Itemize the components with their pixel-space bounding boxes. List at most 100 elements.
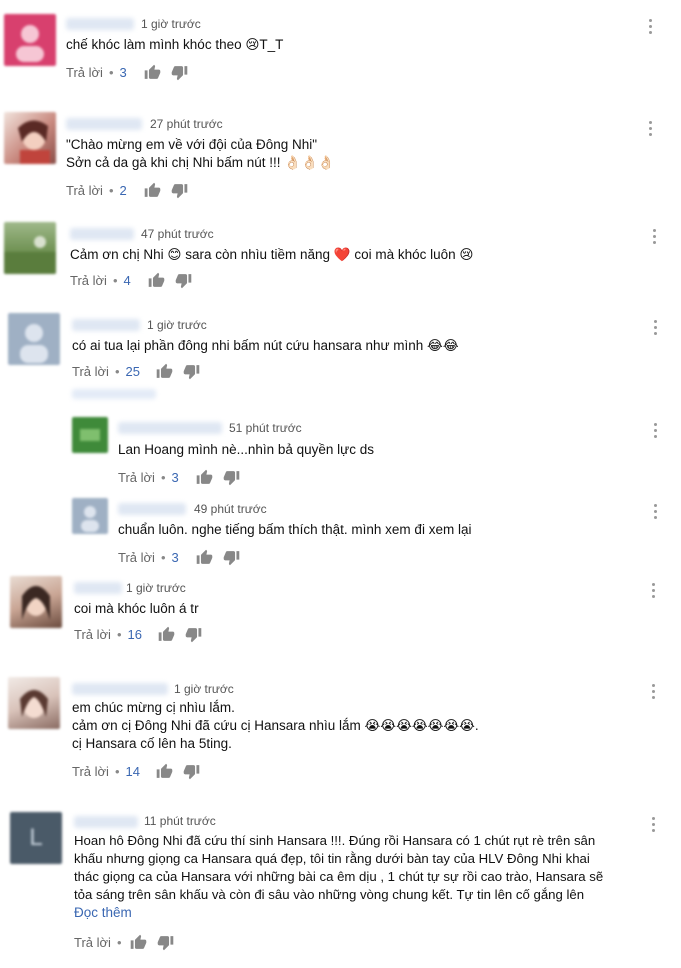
thumb-down-icon[interactable]: [175, 272, 192, 289]
thumb-down-icon[interactable]: [185, 626, 202, 643]
reply-button[interactable]: Trả lời: [118, 470, 155, 485]
comment-line: cảm ơn cị Đông Nhi đã cứu cị Hansara nhì…: [72, 718, 479, 733]
more-options-icon[interactable]: [652, 583, 656, 601]
comment-time: 1 giờ trước: [126, 581, 186, 595]
author-name[interactable]: [72, 683, 168, 695]
comment-text: Lan Hoang mình nè...nhìn bả quyền lực ds: [118, 441, 374, 459]
comment-time: 1 giờ trước: [174, 682, 234, 696]
comment-actions: Trả lời • 3: [118, 469, 250, 486]
thumb-up-icon[interactable]: [130, 934, 147, 951]
like-count: 14: [125, 764, 140, 779]
author-name[interactable]: [70, 228, 134, 240]
thumb-up-icon[interactable]: [144, 64, 161, 81]
comment-line: chế khóc làm mình khóc theo 😢T_T: [66, 37, 284, 52]
avatar[interactable]: [10, 576, 62, 628]
author-name[interactable]: [74, 816, 138, 828]
thumb-down-icon[interactable]: [223, 549, 240, 566]
reply-button[interactable]: Trả lời: [74, 627, 111, 642]
comment-line: "Chào mừng em về với đội của Đông Nhi": [66, 137, 318, 152]
comment-text: chế khóc làm mình khóc theo 😢T_T: [66, 36, 283, 54]
comment-line: khấu nhưng giọng ca Hansara quá đẹp, tôi…: [74, 851, 590, 866]
comment-time: 11 phút trước: [144, 814, 216, 828]
comment-line: Lan Hoang mình nè...nhìn bả quyền lực ds: [118, 442, 374, 457]
author-name[interactable]: [74, 582, 122, 594]
avatar[interactable]: [4, 112, 56, 164]
comment-time: 1 giờ trước: [147, 318, 207, 332]
separator-dot: •: [160, 470, 166, 485]
thumb-down-icon[interactable]: [157, 934, 174, 951]
comment-item: 27 phút trước "Chào mừng em về với đội c…: [0, 108, 681, 208]
thumb-down-icon[interactable]: [183, 763, 200, 780]
author-name[interactable]: [118, 422, 222, 434]
read-more-link[interactable]: Đọc thêm: [74, 905, 132, 920]
separator-dot: •: [108, 183, 114, 198]
like-count: 4: [123, 273, 131, 288]
more-options-icon[interactable]: [649, 121, 653, 139]
replies-toggle[interactable]: [72, 389, 156, 399]
comment-time: 51 phút trước: [229, 421, 302, 435]
comment-actions: Trả lời •: [74, 934, 184, 951]
comment-text: chuẩn luôn. nghe tiếng bấm thích thật. m…: [118, 521, 471, 539]
reply-button[interactable]: Trả lời: [70, 273, 107, 288]
avatar[interactable]: L: [10, 812, 62, 864]
like-count: 25: [125, 364, 140, 379]
thumb-up-icon[interactable]: [158, 626, 175, 643]
like-count: 3: [119, 65, 127, 80]
like-count: 3: [171, 550, 179, 565]
more-options-icon[interactable]: [654, 504, 658, 522]
thumb-down-icon[interactable]: [171, 182, 188, 199]
avatar[interactable]: [4, 222, 56, 274]
comment-actions: Trả lời • 2: [66, 182, 198, 199]
separator-dot: •: [116, 935, 122, 950]
comment-item: 1 giờ trước em chúc mừng cị nhìu lắm. cả…: [0, 675, 681, 795]
more-options-icon[interactable]: [652, 684, 656, 702]
author-name[interactable]: [118, 503, 186, 515]
comment-time: 1 giờ trước: [141, 17, 201, 31]
comment-text: "Chào mừng em về với đội của Đông Nhi" S…: [66, 136, 335, 172]
reply-item: 51 phút trước Lan Hoang mình nè...nhìn b…: [0, 413, 681, 493]
avatar[interactable]: [4, 14, 56, 66]
thumb-up-icon[interactable]: [196, 549, 213, 566]
author-name[interactable]: [72, 319, 140, 331]
thumb-up-icon[interactable]: [144, 182, 161, 199]
separator-dot: •: [114, 764, 120, 779]
comment-text: Hoan hô Đông Nhi đã cứu thí sinh Hansara…: [74, 832, 603, 904]
reply-item: 49 phút trước chuẩn luôn. nghe tiếng bấm…: [0, 494, 681, 570]
reply-button[interactable]: Trả lời: [118, 550, 155, 565]
comment-actions: Trả lời • 3: [66, 64, 198, 81]
avatar[interactable]: [8, 677, 60, 729]
author-name[interactable]: [66, 118, 142, 130]
like-count: 2: [119, 183, 127, 198]
thumb-down-icon[interactable]: [171, 64, 188, 81]
thumb-up-icon[interactable]: [156, 763, 173, 780]
comment-item: L 11 phút trước Hoan hô Đông Nhi đã cứu …: [0, 808, 681, 968]
more-options-icon[interactable]: [653, 229, 657, 247]
reply-button[interactable]: Trả lời: [72, 764, 109, 779]
thumb-down-icon[interactable]: [183, 363, 200, 380]
thumb-up-icon[interactable]: [156, 363, 173, 380]
thumb-up-icon[interactable]: [196, 469, 213, 486]
reply-button[interactable]: Trả lời: [74, 935, 111, 950]
comment-item: 47 phút trước Cảm ơn chị Nhi 😊 sara còn …: [0, 218, 681, 308]
reply-button[interactable]: Trả lời: [72, 364, 109, 379]
comment-line: em chúc mừng cị nhìu lắm.: [72, 700, 235, 715]
comment-line: Cảm ơn chị Nhi 😊 sara còn nhìu tiềm năng…: [70, 247, 474, 262]
more-options-icon[interactable]: [654, 320, 658, 338]
comment-line: coi mà khóc luôn á tr: [74, 601, 199, 616]
more-options-icon[interactable]: [652, 817, 656, 835]
thumb-down-icon[interactable]: [223, 469, 240, 486]
separator-dot: •: [116, 627, 122, 642]
avatar[interactable]: [8, 313, 60, 365]
avatar[interactable]: [72, 498, 108, 534]
separator-dot: •: [108, 65, 114, 80]
more-options-icon[interactable]: [654, 423, 658, 441]
comment-actions: Trả lời • 14: [72, 763, 210, 780]
thumb-up-icon[interactable]: [148, 272, 165, 289]
comment-actions: Trả lời • 4: [70, 272, 202, 289]
reply-button[interactable]: Trả lời: [66, 183, 103, 198]
author-name[interactable]: [66, 18, 134, 30]
more-options-icon[interactable]: [649, 19, 653, 37]
avatar[interactable]: [72, 417, 108, 453]
reply-button[interactable]: Trả lời: [66, 65, 103, 80]
comment-text: coi mà khóc luôn á tr: [74, 600, 199, 618]
